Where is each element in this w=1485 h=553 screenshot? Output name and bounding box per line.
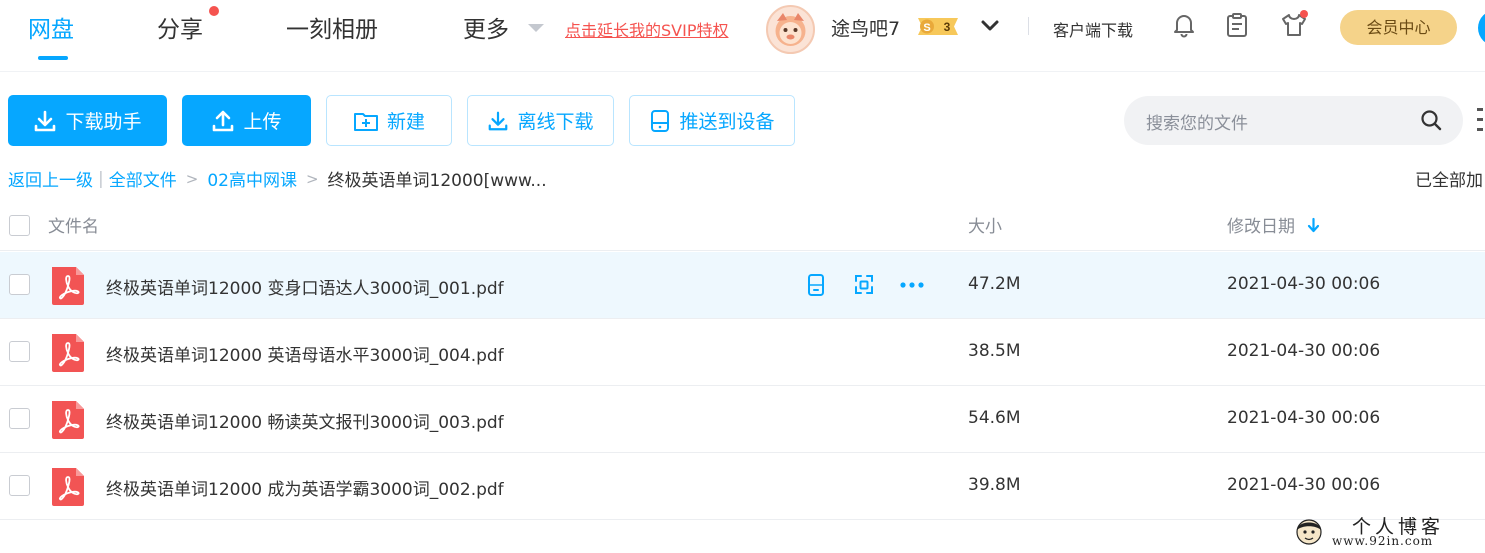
push-to-device-label: 推送到设备 [679, 111, 775, 133]
share-notification-dot [209, 6, 219, 16]
breadcrumb-arrow-icon: > [185, 169, 199, 188]
new-label: 新建 [386, 111, 425, 133]
view-options-icon[interactable] [1477, 107, 1483, 133]
file-name[interactable]: 终极英语单词12000 成为英语学霸3000词_002.pdf [106, 475, 504, 500]
pdf-file-icon [50, 468, 86, 506]
watermark-face-icon [1294, 516, 1324, 546]
bell-icon[interactable] [1171, 12, 1197, 38]
download-helper-button[interactable]: 下载助手 [8, 95, 167, 146]
avatar[interactable] [766, 5, 815, 54]
offline-download-icon [489, 111, 508, 130]
file-size: 54.6M [968, 408, 1021, 428]
loaded-status: 已全部加 [1415, 171, 1483, 191]
breadcrumb: 返回上一级 | 全部文件 > 02高中网课 > 终极英语单词12000[www.… [8, 166, 547, 192]
nav-tab-album[interactable]: 一刻相册 [286, 10, 378, 44]
device-icon [651, 109, 670, 132]
file-date: 2021-04-30 00:06 [1227, 341, 1381, 361]
table-row[interactable]: 终极英语单词12000 畅读英文报刊3000词_003.pdf 54.6M 20… [0, 386, 1485, 453]
select-all-checkbox[interactable] [9, 215, 30, 236]
offline-download-label: 离线下载 [517, 111, 594, 133]
table-row[interactable]: 终极英语单词12000 成为英语学霸3000词_002.pdf 39.8M 20… [0, 453, 1485, 520]
row-checkbox[interactable] [9, 408, 30, 429]
upload-label: 上传 [243, 111, 282, 133]
upload-icon [213, 110, 234, 131]
vip-center-button[interactable]: 会员中心 [1340, 10, 1457, 45]
file-date: 2021-04-30 00:06 [1227, 274, 1381, 294]
search-icon[interactable] [1420, 109, 1442, 131]
clipboard-icon[interactable] [1224, 12, 1250, 38]
pdf-file-icon [50, 267, 86, 305]
upload-button[interactable]: 上传 [182, 95, 311, 146]
file-size: 39.8M [968, 475, 1021, 495]
row-checkbox[interactable] [9, 341, 30, 362]
breadcrumb-folder[interactable]: 02高中网课 [207, 166, 297, 191]
download-icon [35, 110, 56, 131]
svip-level-number: 3 [944, 20, 951, 34]
new-folder-icon [353, 112, 378, 131]
breadcrumb-current: 终极英语单词12000[www... [327, 171, 547, 191]
file-size: 38.5M [968, 341, 1021, 361]
push-to-device-button[interactable]: 推送到设备 [629, 95, 795, 146]
client-download-link[interactable]: 客户端下载 [1053, 17, 1133, 41]
pdf-file-icon [50, 401, 86, 439]
nav-tab-netdisk[interactable]: 网盘 [28, 10, 74, 44]
more-dropdown-caret[interactable] [528, 24, 544, 32]
row-checkbox[interactable] [9, 274, 30, 295]
username[interactable]: 途鸟吧7 [831, 14, 900, 41]
svip-level-badge: S 3 [914, 15, 962, 38]
pdf-file-icon [50, 334, 86, 372]
table-header: 文件名 大小 修改日期 [0, 200, 1485, 251]
column-header-date[interactable]: 修改日期 [1227, 212, 1295, 237]
active-tab-underline [38, 56, 68, 60]
file-name[interactable]: 终极英语单词12000 英语母语水平3000词_004.pdf [106, 341, 504, 366]
edge-avatar-button[interactable] [1478, 10, 1485, 46]
column-header-name[interactable]: 文件名 [48, 212, 99, 237]
download-helper-label: 下载助手 [65, 111, 142, 133]
table-row[interactable]: 终极英语单词12000 英语母语水平3000词_004.pdf 38.5M 20… [0, 319, 1485, 386]
file-date: 2021-04-30 00:06 [1227, 475, 1381, 495]
breadcrumb-arrow-icon: > [305, 169, 319, 188]
send-to-phone-icon[interactable] [804, 273, 828, 297]
top-nav: 网盘 分享 一刻相册 更多 点击延长我的SVIP特权 途鸟吧7 S 3 客户端下… [0, 0, 1485, 72]
more-actions-icon[interactable] [899, 273, 924, 297]
file-name[interactable]: 终极英语单词12000 畅读英文报刊3000词_003.pdf [106, 408, 504, 433]
search-box[interactable]: 搜索您的文件 [1124, 96, 1463, 145]
share-link-icon[interactable] [852, 273, 876, 297]
file-size: 47.2M [968, 274, 1021, 294]
nav-divider [1028, 17, 1029, 35]
svg-text:S: S [923, 22, 930, 34]
file-date: 2021-04-30 00:06 [1227, 408, 1381, 428]
breadcrumb-separator: | [98, 168, 104, 189]
row-checkbox[interactable] [9, 475, 30, 496]
search-input[interactable]: 搜索您的文件 [1146, 109, 1248, 134]
skin-notification-dot [1300, 10, 1308, 18]
nav-tab-more[interactable]: 更多 [463, 10, 509, 44]
watermark: 个人博客 www.92in.com [1292, 512, 1482, 550]
offline-download-button[interactable]: 离线下载 [467, 95, 614, 146]
user-menu-chevron-icon[interactable] [980, 16, 1000, 36]
sort-desc-arrow-icon[interactable] [1307, 217, 1320, 233]
new-folder-button[interactable]: 新建 [326, 95, 452, 146]
svip-promo-link[interactable]: 点击延长我的SVIP特权 [565, 17, 728, 41]
back-link[interactable]: 返回上一级 [8, 166, 93, 191]
file-name[interactable]: 终极英语单词12000 变身口语达人3000词_001.pdf [106, 274, 504, 299]
watermark-url: www.92in.com [1332, 534, 1434, 548]
table-row[interactable]: 终极英语单词12000 变身口语达人3000词_001.pdf 47.2M 20… [0, 252, 1485, 319]
breadcrumb-all-files[interactable]: 全部文件 [109, 166, 177, 191]
nav-tab-share[interactable]: 分享 [157, 10, 203, 44]
column-header-size[interactable]: 大小 [968, 212, 1002, 237]
